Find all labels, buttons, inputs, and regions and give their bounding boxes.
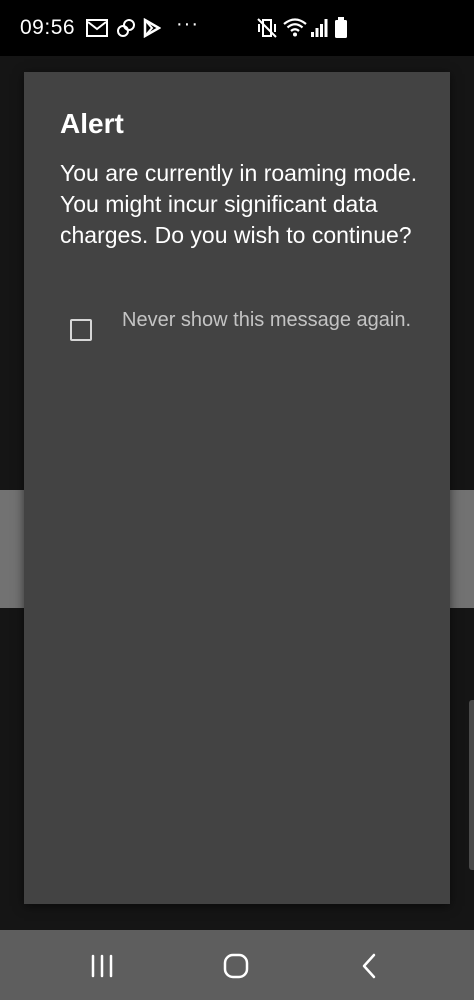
checkbox-label: Never show this message again. (122, 309, 412, 331)
never-show-again-checkbox[interactable] (70, 319, 92, 341)
dialog-title: Alert (60, 108, 124, 139)
more-notifications-indicator: ··· (176, 13, 199, 35)
scroll-edge-handle (469, 700, 474, 870)
recents-icon[interactable] (84, 950, 120, 982)
gmail-icon (86, 19, 108, 42)
status-time: 09:56 (20, 16, 76, 39)
play-icon (143, 17, 162, 43)
never-show-again-checkbox-row[interactable]: Never show this message again. (68, 306, 428, 366)
wifi-icon (282, 16, 308, 43)
dialog-message: You are currently in roaming mode. You m… (60, 160, 418, 248)
vibrate-icon (256, 17, 278, 44)
status-bar: 09:56 ··· (0, 0, 474, 56)
battery-icon (334, 17, 348, 44)
home-icon[interactable] (218, 950, 254, 982)
link-icon (116, 18, 136, 43)
alert-dialog: Alert You are currently in roaming mode.… (24, 72, 450, 904)
navigation-bar (0, 930, 474, 1000)
signal-icon (310, 18, 328, 43)
back-icon[interactable] (352, 950, 388, 982)
